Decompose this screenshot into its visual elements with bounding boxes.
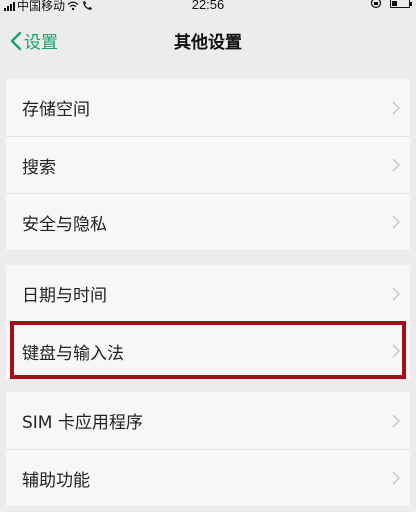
settings-item-storage[interactable]: 存储空间: [6, 79, 410, 136]
chevron-right-icon: [392, 158, 400, 172]
chevron-right-icon: [392, 287, 400, 300]
settings-item-label: 存储空间: [22, 100, 90, 120]
settings-item-accessibility[interactable]: 辅助功能: [6, 449, 410, 506]
rotation-lock-icon: [370, 0, 382, 9]
chevron-right-icon: [392, 471, 400, 485]
page-title: 其他设置: [174, 33, 242, 53]
settings-item-label: 键盘与输入法: [22, 343, 124, 364]
settings-item-label: 搜索: [22, 157, 56, 178]
settings-group-datetime: 日期与时间 键盘与输入法: [6, 265, 410, 379]
settings-item-label: SIM 卡应用程序: [22, 413, 143, 433]
chevron-right-icon: [392, 414, 400, 427]
chevron-right-icon: [392, 215, 400, 229]
settings-item-label: 辅助功能: [22, 470, 90, 491]
settings-item-search[interactable]: 搜索: [6, 136, 410, 193]
settings-item-date-time[interactable]: 日期与时间: [6, 265, 410, 322]
settings-item-label: 日期与时间: [22, 286, 107, 306]
settings-item-keyboard-input[interactable]: 键盘与输入法: [6, 322, 410, 379]
settings-item-label: 安全与隐私: [22, 214, 107, 235]
battery-icon: [390, 0, 412, 8]
status-bar: 中国移动 22:56: [0, 0, 416, 14]
chevron-right-icon: [392, 101, 400, 114]
nav-bar: 设置 其他设置: [0, 14, 416, 68]
status-right: [370, 0, 412, 9]
status-time: 22:56: [191, 0, 225, 12]
settings-group-storage: 存储空间 搜索 安全与隐私: [6, 79, 410, 250]
settings-group-sim: SIM 卡应用程序 辅助功能: [6, 392, 410, 506]
chevron-right-icon: [392, 344, 400, 358]
settings-item-sim-apps[interactable]: SIM 卡应用程序: [6, 392, 410, 449]
settings-item-security-privacy[interactable]: 安全与隐私: [6, 193, 410, 250]
